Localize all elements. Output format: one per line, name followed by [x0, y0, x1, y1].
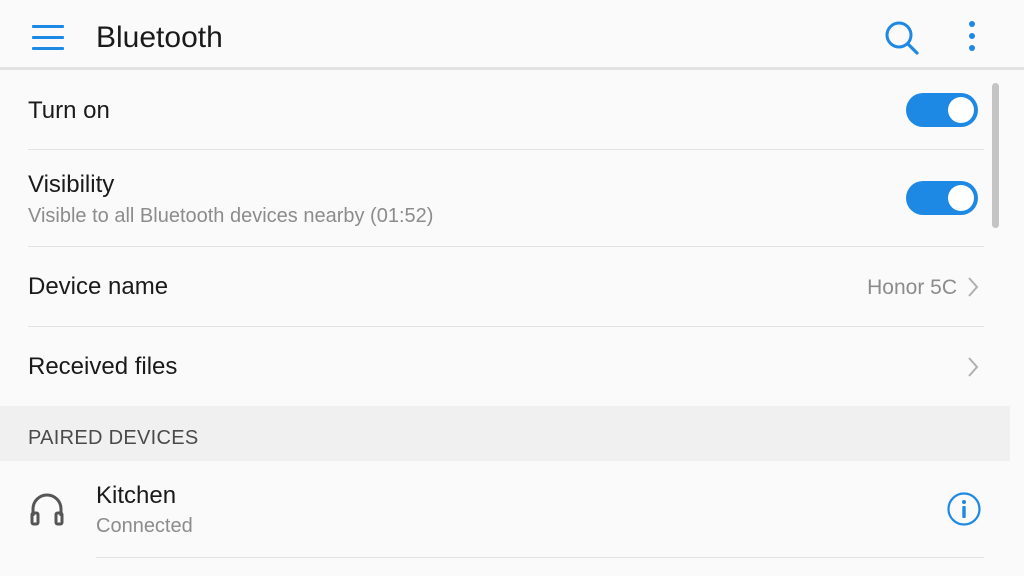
search-button[interactable] — [880, 16, 924, 60]
device-name: Kitchen — [96, 482, 177, 509]
settings-list: Turn on Visibility Visible to all Blueto… — [0, 73, 1024, 576]
visibility-subtitle: Visible to all Bluetooth devices nearby … — [28, 205, 434, 227]
search-icon — [885, 21, 919, 55]
turn-on-label: Turn on — [28, 97, 110, 124]
headphones-icon — [30, 493, 64, 526]
toggle-knob — [948, 97, 974, 123]
visibility-label: Visibility — [28, 171, 115, 198]
section-header-label: PAIRED DEVICES — [28, 427, 199, 449]
device-name-value: Honor 5C — [867, 276, 957, 299]
chevron-right-icon — [968, 357, 979, 377]
hamburger-menu-icon-line — [32, 35, 64, 39]
more-vertical-icon — [969, 21, 975, 51]
device-name-row[interactable]: Device name Honor 5C — [0, 247, 1010, 327]
scrollbar[interactable] — [992, 83, 999, 228]
paired-device-row[interactable]: Kitchen Connected — [0, 461, 1010, 558]
paired-devices-header: PAIRED DEVICES — [0, 406, 1010, 461]
menu-button[interactable] — [28, 18, 68, 56]
page-title: Bluetooth — [96, 21, 223, 54]
visibility-row[interactable]: Visibility Visible to all Bluetooth devi… — [0, 150, 1010, 247]
visibility-toggle[interactable] — [906, 181, 978, 215]
device-status: Connected — [96, 515, 193, 537]
hamburger-menu-icon — [32, 24, 64, 28]
device-info-button[interactable] — [946, 491, 982, 527]
hamburger-menu-icon-line — [32, 46, 64, 50]
app-bar: Bluetooth — [0, 0, 1024, 70]
received-files-row[interactable]: Received files — [0, 327, 1010, 406]
toggle-knob — [948, 185, 974, 211]
turn-on-row[interactable]: Turn on — [0, 73, 1010, 150]
more-options-button[interactable] — [956, 16, 988, 60]
received-files-label: Received files — [28, 353, 178, 380]
bluetooth-toggle[interactable] — [906, 93, 978, 127]
divider — [96, 557, 984, 558]
info-icon — [947, 492, 981, 526]
chevron-right-icon — [968, 277, 979, 297]
device-name-label: Device name — [28, 273, 169, 300]
